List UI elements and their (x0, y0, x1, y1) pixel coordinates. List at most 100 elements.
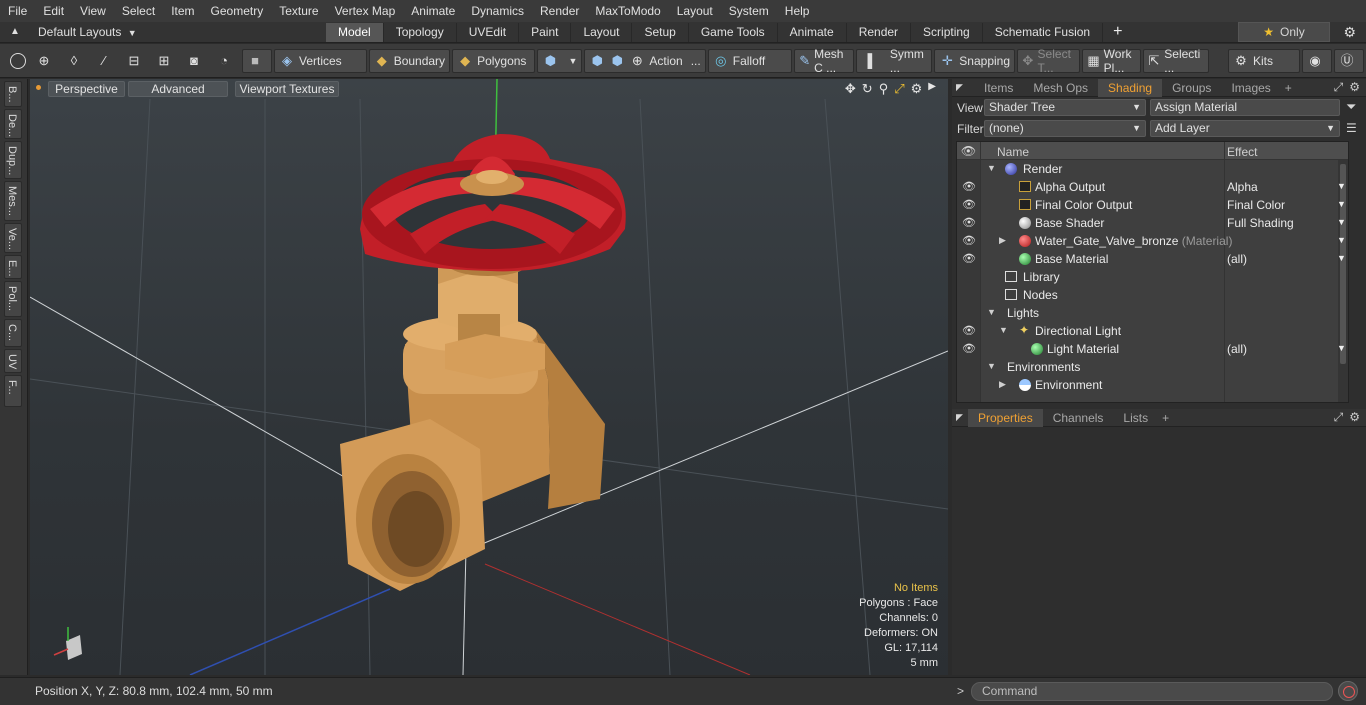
command-stop-icon[interactable] (1338, 681, 1358, 701)
tree-row-effect[interactable]: (all) (1227, 252, 1247, 266)
tab-animate[interactable]: Animate (778, 22, 847, 42)
expand-icon[interactable]: ⤢ (1334, 410, 1344, 425)
expand-down-icon[interactable]: ▼ (999, 325, 1008, 335)
mesh-constraint-button[interactable]: ✎ Mesh C ... (794, 47, 855, 75)
unreal-button[interactable]: Ⓤ (1334, 48, 1365, 73)
chevron-down-icon[interactable]: ▼ (1337, 181, 1346, 191)
chevron-down-icon[interactable]: ▼ (1337, 217, 1346, 227)
chevron-down-icon[interactable]: ▼ (1337, 235, 1346, 245)
visibility-eye-icon[interactable]: 👁 (962, 342, 976, 355)
frame-button[interactable]: ◙ (182, 49, 210, 73)
tree-row-base-shader[interactable]: 👁 Base Shader Full Shading ▼ (957, 214, 1346, 232)
vertices-button[interactable]: ◈ Vertices (274, 48, 367, 73)
tree-row-material-group[interactable]: 👁 ▶ Water_Gate_Valve_bronze (Material) ▼ (957, 232, 1346, 250)
play-arrow-icon[interactable]: ▶ (928, 81, 936, 97)
selection-sets-button[interactable]: ⇱ Selecti ... (1142, 47, 1209, 75)
panel-menu-icon[interactable]: ◤ (952, 412, 968, 423)
tab-shading[interactable]: Shading (1098, 78, 1163, 97)
select-circle-button[interactable] (6, 49, 30, 73)
menu-select[interactable]: Select (114, 0, 163, 22)
tab-items[interactable]: Items (974, 79, 1023, 97)
panel-menu-icon[interactable]: ◤ (952, 82, 968, 93)
chevron-down-icon[interactable]: ▼ (1337, 343, 1346, 353)
tab-scripting[interactable]: Scripting (911, 22, 983, 42)
menu-help[interactable]: Help (777, 0, 818, 22)
expand-down-icon[interactable]: ▼ (987, 307, 996, 317)
menu-item[interactable]: Item (163, 0, 202, 22)
menu-maxtomodo[interactable]: MaxToModo (587, 0, 668, 22)
strip-tab-deform[interactable]: De... (4, 109, 22, 139)
action-center-button[interactable]: ⬢ ⬢ ⊕ Action... (584, 48, 706, 73)
panel-gear-icon[interactable]: ⚙ (1349, 410, 1360, 425)
tree-row-alpha-output[interactable]: 👁 Alpha Output Alpha ▼ (957, 178, 1346, 196)
funnel-filter-icon[interactable]: ⏷ (1346, 99, 1356, 115)
eye-column-icon[interactable]: 👁 (957, 142, 981, 160)
tab-properties[interactable]: Properties (968, 408, 1043, 427)
menu-layout[interactable]: Layout (669, 0, 721, 22)
maximize-icon[interactable]: ⤢ (894, 81, 904, 97)
3d-viewport[interactable]: Perspective Advanced Viewport Textures ✥… (30, 79, 948, 675)
menu-geometry[interactable]: Geometry (203, 0, 272, 22)
visibility-eye-icon[interactable]: 👁 (962, 234, 976, 247)
lasso-button[interactable]: ◊ (62, 49, 90, 73)
globe-button[interactable]: ⊕ (32, 49, 60, 73)
tab-model[interactable]: Model (326, 22, 384, 42)
tree-row-final-color-output[interactable]: 👁 Final Color Output Final Color ▼ (957, 196, 1346, 214)
select-through-button[interactable]: ✥ Select T... (1017, 47, 1081, 75)
work-plane-button[interactable]: ▦ Work Pl... (1082, 47, 1141, 75)
menu-vertex-map[interactable]: Vertex Map (327, 0, 404, 22)
assign-material-button[interactable]: Assign Material (1150, 99, 1340, 116)
tab-mesh-ops[interactable]: Mesh Ops (1023, 79, 1098, 97)
menu-texture[interactable]: Texture (271, 0, 326, 22)
clock-button[interactable]: ◔ (212, 49, 240, 73)
element-button[interactable]: ⊟ (122, 49, 150, 73)
falloff-button[interactable]: ◎ Falloff (707, 48, 793, 73)
tab-uvedit[interactable]: UVEdit (457, 22, 520, 42)
strip-tab-fusion[interactable]: F... (4, 375, 22, 407)
chevron-down-icon[interactable]: ▼ (1337, 253, 1346, 263)
expand-right-icon[interactable]: ▶ (999, 235, 1006, 246)
tab-render[interactable]: Render (847, 22, 912, 42)
visibility-eye-icon[interactable]: 👁 (962, 252, 976, 265)
expand-down-icon[interactable]: ▼ (987, 163, 996, 173)
effect-column-header[interactable]: Effect (1227, 145, 1257, 159)
visibility-eye-icon[interactable]: 👁 (962, 180, 976, 193)
expand-icon[interactable]: ⤢ (1334, 80, 1344, 95)
tab-schematic-fusion[interactable]: Schematic Fusion (983, 22, 1104, 42)
tab-channels[interactable]: Channels (1043, 409, 1114, 427)
tree-row-render[interactable]: ▼ Render (957, 160, 1340, 178)
item-mode-button[interactable]: ■ (242, 48, 272, 73)
advanced-shading-button[interactable]: Advanced (128, 81, 228, 97)
tree-row-nodes[interactable]: Nodes (957, 286, 1340, 304)
add-tab-button[interactable]: + (1103, 23, 1132, 41)
expand-right-icon[interactable]: ▶ (999, 379, 1006, 390)
tab-images[interactable]: Images (1221, 79, 1280, 97)
pan-icon[interactable]: ✥ (845, 81, 856, 97)
zoom-icon[interactable]: ⚲ (879, 81, 889, 97)
viewport-textures-button[interactable]: Viewport Textures (235, 81, 339, 97)
tab-lists[interactable]: Lists (1113, 409, 1158, 427)
kits-button[interactable]: ⚙ Kits (1228, 48, 1301, 73)
strip-tab-edge[interactable]: E... (4, 255, 22, 279)
visibility-eye-icon[interactable]: 👁 (962, 216, 976, 229)
viewport-menu-dot-icon[interactable] (36, 85, 41, 90)
view-dropdown[interactable]: Shader Tree ▼ (984, 99, 1146, 116)
strip-tab-polygon[interactable]: Pol... (4, 281, 22, 317)
symmetry-button[interactable]: ▐ Symm ... (856, 47, 933, 75)
tree-row-light-material[interactable]: 👁 Light Material (all) ▼ (957, 340, 1346, 358)
add-layer-dropdown[interactable]: Add Layer ▼ (1150, 120, 1340, 137)
tree-row-environment[interactable]: ▶ Environment (957, 376, 1340, 394)
tab-paint[interactable]: Paint (519, 22, 572, 42)
polygons-button[interactable]: ◆ Polygons (452, 48, 536, 73)
menu-edit[interactable]: Edit (35, 0, 72, 22)
visibility-eye-icon[interactable]: 👁 (962, 324, 976, 337)
only-toggle[interactable]: ★ Only (1238, 22, 1330, 42)
rotate-icon[interactable]: ↻ (862, 81, 873, 97)
strip-tab-basic[interactable]: B... (4, 81, 22, 107)
boundary-button[interactable]: ◆ Boundary (368, 48, 451, 73)
chevron-down-icon[interactable]: ▼ (1337, 199, 1346, 209)
tree-row-effect[interactable]: Alpha (1227, 180, 1258, 194)
tree-row-effect[interactable]: (all) (1227, 342, 1247, 356)
name-column-header[interactable]: Name (997, 145, 1029, 159)
perspective-button[interactable]: Perspective (48, 81, 125, 97)
